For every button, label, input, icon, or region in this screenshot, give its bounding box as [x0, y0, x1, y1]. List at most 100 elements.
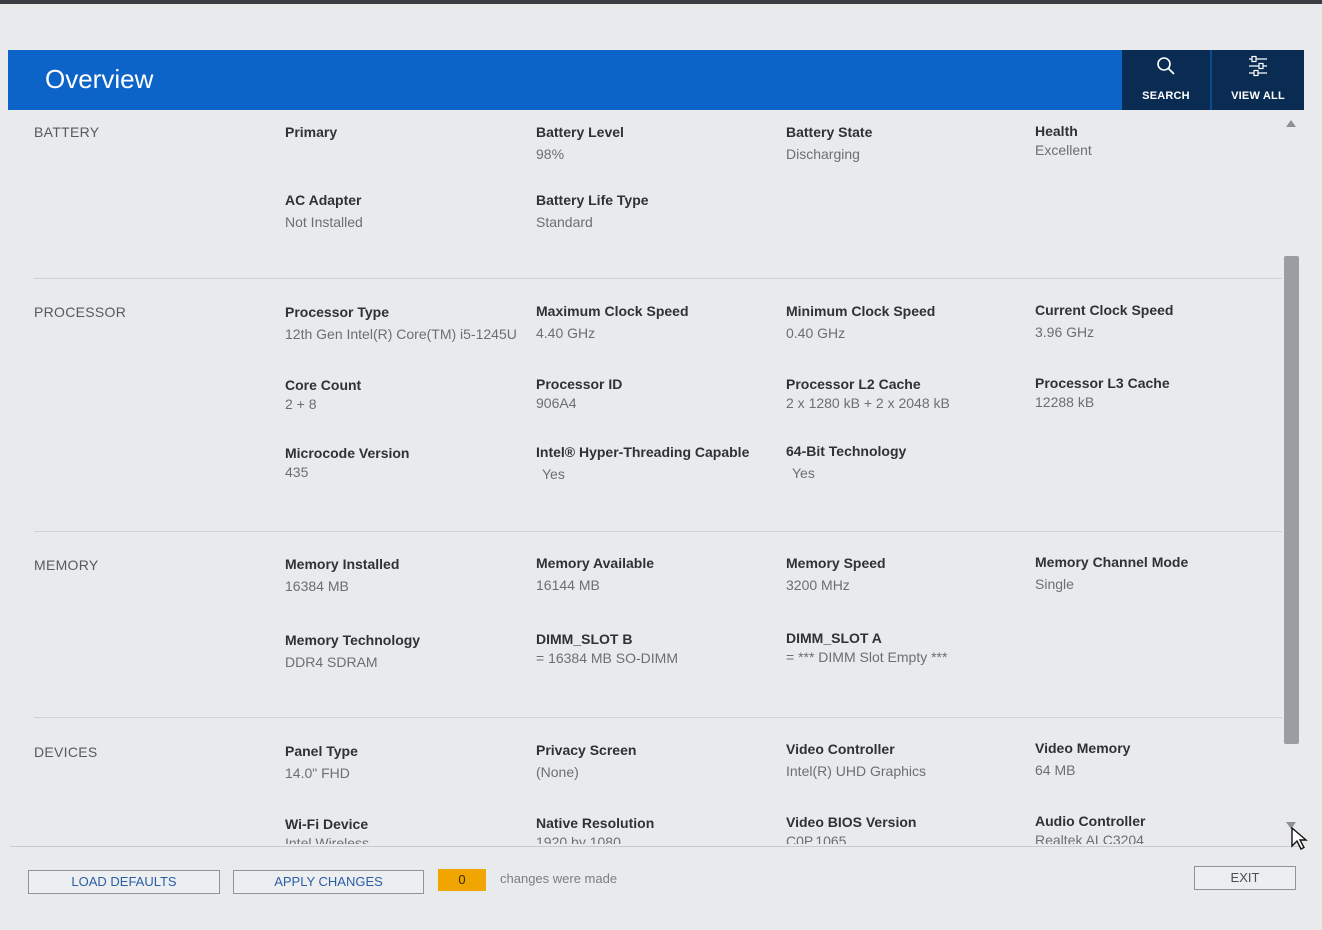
field-name: Memory Available	[536, 555, 655, 571]
field-memory-technology: Memory Technology DDR4 SDRAM	[285, 632, 525, 670]
field-value: Yes	[542, 466, 565, 482]
field-value: Excellent	[1035, 142, 1092, 158]
field-value: 906A4	[536, 395, 577, 411]
field-video-bios-version: Video BIOS Version C0P.1065	[786, 814, 1026, 844]
field-core-count: Core Count 2 + 8	[285, 377, 525, 412]
search-label: SEARCH	[1142, 90, 1190, 102]
screen-bezel	[0, 0, 1322, 4]
field-value: 3.96 GHz	[1035, 324, 1095, 340]
section-label-battery: BATTERY	[34, 124, 100, 140]
field-name: Processor L2 Cache	[786, 376, 921, 392]
field-value: 12th Gen Intel(R) Core(TM) i5-1245U	[285, 326, 517, 342]
field-health: Health Excellent	[1035, 123, 1275, 158]
field-name: AC Adapter	[285, 192, 362, 208]
field-value: Yes	[792, 465, 815, 481]
field-value: Intel Wireless	[285, 835, 370, 844]
field-name: Core Count	[285, 377, 362, 393]
field-name: Processor Type	[285, 304, 390, 320]
field-processor-type: Processor Type 12th Gen Intel(R) Core(TM…	[285, 304, 535, 342]
field-value: DDR4 SDRAM	[285, 654, 378, 670]
field-name: Memory Technology	[285, 632, 421, 648]
search-button[interactable]: SEARCH	[1122, 50, 1210, 110]
mouse-pointer-icon	[1290, 826, 1310, 857]
field-dimm-slot-a: DIMM_SLOT A = *** DIMM Slot Empty ***	[786, 630, 1026, 665]
memory-section: MEMORY Memory Installed 16384 MB Memory …	[10, 532, 1282, 718]
field-memory-speed: Memory Speed 3200 MHz	[786, 555, 1026, 593]
field-battery-state: Battery State Discharging	[786, 124, 1026, 162]
field-value: 12288 kB	[1035, 394, 1095, 410]
field-video-memory: Video Memory 64 MB	[1035, 740, 1275, 778]
field-value: Intel(R) UHD Graphics	[786, 763, 927, 779]
load-defaults-button[interactable]: LOAD DEFAULTS	[28, 870, 220, 894]
section-label-processor: PROCESSOR	[34, 304, 127, 320]
apply-changes-button[interactable]: APPLY CHANGES	[233, 870, 424, 894]
field-name: Primary	[285, 124, 338, 140]
scroll-up-arrow-icon[interactable]	[1286, 120, 1296, 127]
processor-section: PROCESSOR Processor Type 12th Gen Intel(…	[10, 280, 1282, 530]
field-value: 64 MB	[1035, 762, 1076, 778]
field-name: Audio Controller	[1035, 813, 1146, 829]
field-battery-level: Battery Level 98%	[536, 124, 776, 162]
field-name: Battery State	[786, 124, 873, 140]
field-name: Memory Speed	[786, 555, 886, 571]
field-l2-cache: Processor L2 Cache 2 x 1280 kB + 2 x 204…	[786, 376, 1026, 411]
page-title: Overview	[45, 64, 154, 94]
field-value: C0P.1065	[786, 833, 847, 844]
search-icon	[1122, 54, 1210, 78]
field-value: 16144 MB	[536, 577, 600, 593]
exit-button[interactable]: EXIT	[1194, 866, 1296, 890]
field-name: Video Controller	[786, 741, 895, 757]
footer-divider	[10, 846, 1304, 847]
overview-content: BATTERY Primary Battery Level 98% Batter…	[10, 110, 1282, 844]
section-label-memory: MEMORY	[34, 557, 99, 573]
field-64bit-technology: 64-Bit Technology Yes	[786, 443, 1026, 481]
field-name: Maximum Clock Speed	[536, 303, 689, 319]
field-name: Microcode Version	[285, 445, 410, 461]
field-value: 0.40 GHz	[786, 325, 846, 341]
field-memory-available: Memory Available 16144 MB	[536, 555, 776, 593]
changes-status-text: changes were made	[500, 871, 618, 886]
section-label-devices: DEVICES	[34, 744, 98, 760]
devices-section: DEVICES Panel Type 14.0" FHD Privacy Scr…	[10, 718, 1282, 844]
field-memory-installed: Memory Installed 16384 MB	[285, 556, 525, 594]
section-divider	[34, 278, 1282, 279]
field-name: Processor L3 Cache	[1035, 375, 1170, 391]
field-value: Discharging	[786, 146, 860, 162]
field-value: Realtek ALC3204	[1035, 832, 1144, 844]
field-value: (None)	[536, 764, 579, 780]
view-all-button[interactable]: VIEW ALL	[1212, 50, 1304, 110]
field-name: Battery Level	[536, 124, 624, 140]
field-name: Native Resolution	[536, 815, 655, 831]
field-name: Video BIOS Version	[786, 814, 917, 830]
field-min-clock-speed: Minimum Clock Speed 0.40 GHz	[786, 303, 1026, 341]
field-panel-type: Panel Type 14.0" FHD	[285, 743, 525, 781]
field-name: Minimum Clock Speed	[786, 303, 936, 319]
field-value: = 16384 MB SO-DIMM	[536, 650, 678, 666]
field-value: 3200 MHz	[786, 577, 850, 593]
field-name: DIMM_SLOT B	[536, 631, 633, 647]
field-ac-adapter: AC Adapter Not Installed	[285, 192, 525, 230]
field-name: 64-Bit Technology	[786, 443, 907, 459]
field-memory-channel-mode: Memory Channel Mode Single	[1035, 554, 1275, 592]
field-hyper-threading: Intel® Hyper-Threading Capable Yes	[536, 444, 776, 482]
battery-section: BATTERY Primary Battery Level 98% Batter…	[10, 110, 1282, 280]
field-audio-controller: Audio Controller Realtek ALC3204	[1035, 813, 1275, 844]
field-name: Current Clock Speed	[1035, 302, 1174, 318]
field-name: Intel® Hyper-Threading Capable	[536, 444, 750, 460]
changes-count-badge: 0	[438, 869, 486, 891]
field-native-resolution: Native Resolution 1920 by 1080	[536, 815, 776, 844]
field-name: Wi-Fi Device	[285, 816, 369, 832]
field-name: Video Memory	[1035, 740, 1131, 756]
field-primary: Primary	[285, 124, 525, 146]
field-value: Single	[1035, 576, 1074, 592]
field-name: DIMM_SLOT A	[786, 630, 882, 646]
field-privacy-screen: Privacy Screen (None)	[536, 742, 776, 780]
field-value: = *** DIMM Slot Empty ***	[786, 649, 948, 665]
field-value: 98%	[536, 146, 565, 162]
field-value: 2 x 1280 kB + 2 x 2048 kB	[786, 395, 950, 411]
field-microcode-version: Microcode Version 435	[285, 445, 525, 480]
field-name: Panel Type	[285, 743, 358, 759]
field-name: Health	[1035, 123, 1078, 139]
scrollbar-thumb[interactable]	[1284, 256, 1299, 744]
field-max-clock-speed: Maximum Clock Speed 4.40 GHz	[536, 303, 776, 341]
